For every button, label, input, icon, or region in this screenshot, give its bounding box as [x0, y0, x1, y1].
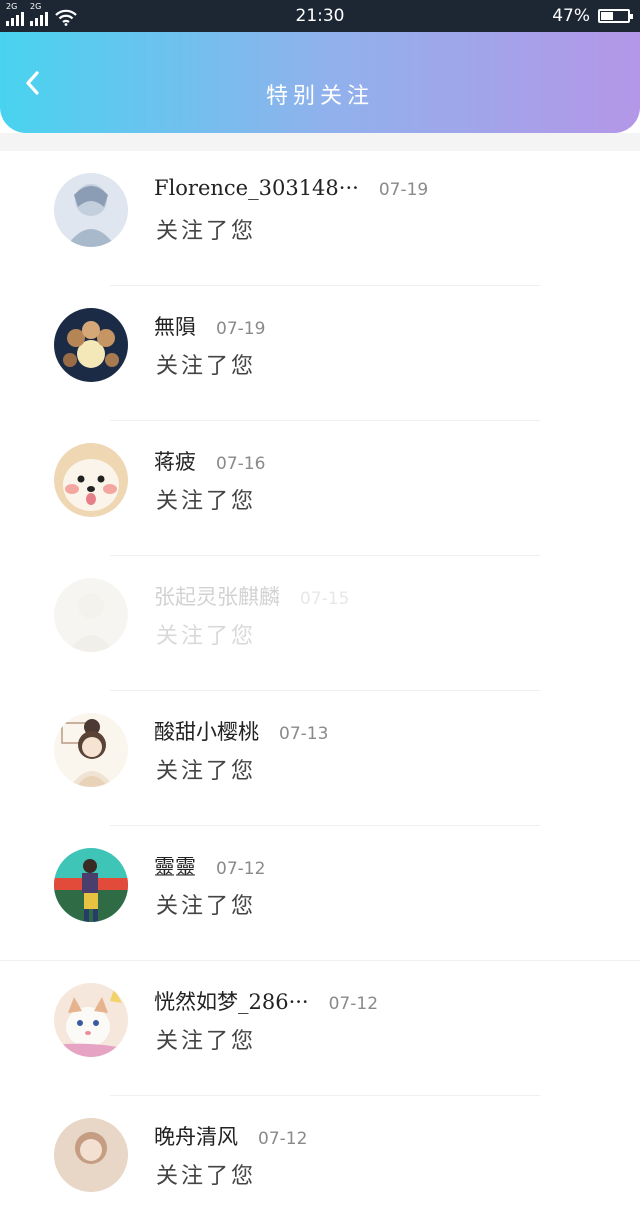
follow-status: 关注了您	[156, 1029, 257, 1054]
avatar[interactable]	[54, 578, 128, 652]
list-item[interactable]: 蒋疲 07-16 关注了您	[0, 421, 640, 556]
user-name: 恍然如梦_286···	[154, 990, 309, 1014]
follow-status: 关注了您	[156, 489, 257, 514]
status-bar: 2G 2G 21:30 47%	[0, 0, 640, 32]
list-item[interactable]: 张起灵张麒麟 07-15 关注了您	[0, 556, 640, 691]
list-item[interactable]: 恍然如梦_286··· 07-12 关注了您	[0, 961, 640, 1096]
follow-status: 关注了您	[156, 759, 257, 784]
user-name: 蒋疲	[154, 450, 196, 474]
avatar[interactable]	[54, 1118, 128, 1192]
page-title: 特别关注	[265, 84, 374, 109]
follow-date: 07-19	[378, 180, 429, 200]
follow-date: 07-12	[258, 1129, 308, 1149]
list-item[interactable]: 靈靈 07-12 关注了您	[0, 826, 640, 961]
follow-status: 关注了您	[156, 354, 257, 379]
follow-date: 07-12	[328, 994, 379, 1014]
avatar[interactable]	[54, 443, 128, 517]
follow-status: 关注了您	[156, 1164, 257, 1189]
avatar[interactable]	[54, 173, 128, 247]
header-bar: 特别关注	[0, 32, 640, 133]
list-item[interactable]: 晚舟清风 07-12 关注了您	[0, 1096, 640, 1231]
user-name: 靈靈	[154, 855, 196, 879]
avatar[interactable]	[54, 308, 128, 382]
list-item[interactable]: Florence_303148··· 07-19 关注了您	[0, 151, 640, 286]
follow-date: 07-19	[216, 319, 266, 339]
follow-date: 07-12	[216, 859, 266, 879]
battery-indicator: 47%	[552, 6, 633, 26]
user-name: 张起灵张麒麟	[154, 585, 280, 609]
avatar[interactable]	[54, 983, 128, 1057]
user-name: 無隕	[154, 315, 196, 339]
user-name: Florence_303148···	[154, 176, 359, 200]
list-item[interactable]: 酸甜小樱桃 07-13 关注了您	[0, 691, 640, 826]
user-name: 晚舟清风	[154, 1125, 238, 1149]
battery-percent: 47%	[552, 6, 590, 26]
follow-date: 07-15	[300, 589, 350, 609]
clock: 21:30	[295, 6, 345, 26]
battery-icon	[598, 9, 633, 23]
follow-date: 07-13	[279, 724, 329, 744]
list-top-spacer	[0, 133, 640, 151]
user-name: 酸甜小樱桃	[154, 720, 259, 744]
avatar[interactable]	[54, 713, 128, 787]
avatar[interactable]	[54, 848, 128, 922]
list-item[interactable]: 無隕 07-19 关注了您	[0, 286, 640, 421]
follow-status: 关注了您	[156, 624, 257, 649]
follow-status: 关注了您	[156, 894, 257, 919]
follower-list: Florence_303148··· 07-19 关注了您 無隕 07-19 关…	[0, 151, 640, 1231]
follow-status: 关注了您	[156, 219, 257, 244]
follow-date: 07-16	[216, 454, 266, 474]
